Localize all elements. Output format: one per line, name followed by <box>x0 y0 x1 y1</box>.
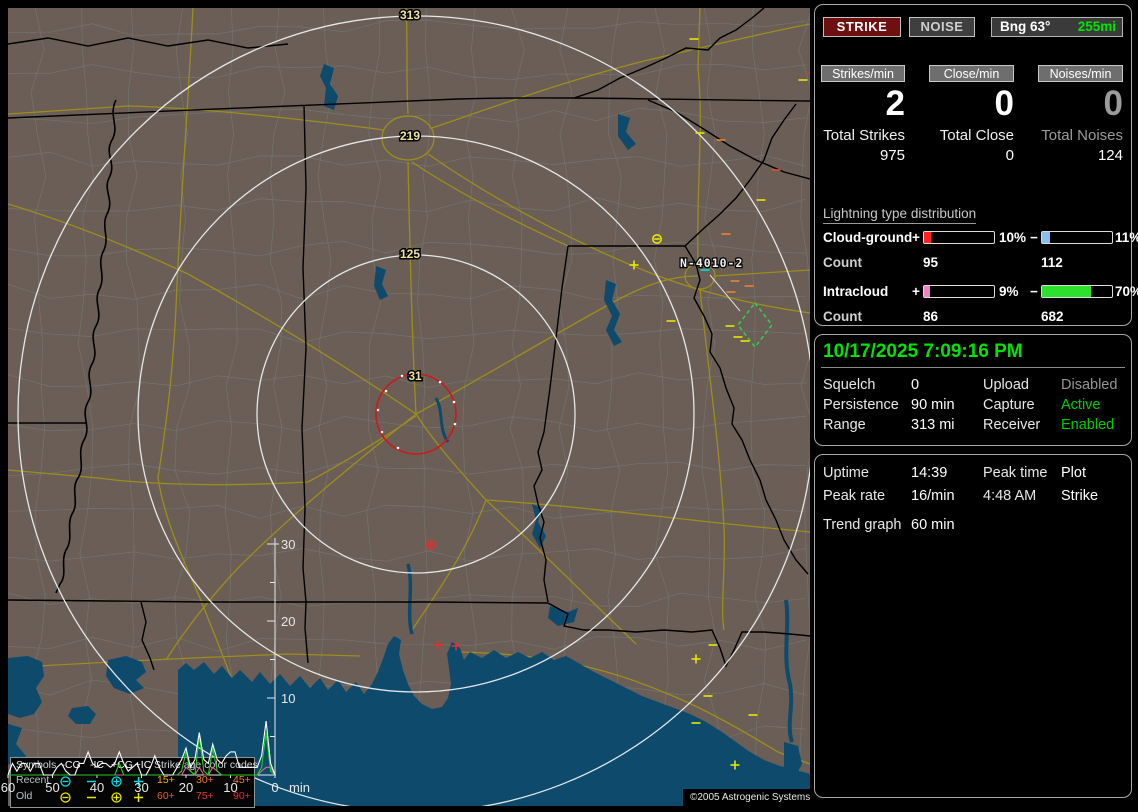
range-ring-label-219: 219 <box>400 129 420 143</box>
x-axis-unit: min <box>289 780 310 795</box>
total-close-label: Total Close <box>929 127 1014 144</box>
x-tick-label: 50 <box>45 780 59 795</box>
noise-toggle-button[interactable]: NOISE <box>909 17 975 37</box>
distribution-title: Lightning type distribution <box>823 206 976 224</box>
strikes-per-min-chip[interactable]: Strikes/min <box>821 65 905 82</box>
range-ring-label-313: 313 <box>400 8 420 22</box>
persistence-value: 90 min <box>911 397 955 413</box>
close-column: Close/min 0 Total Close 0 <box>929 65 1014 175</box>
x-tick-label: 20 <box>179 780 193 795</box>
ic-positive-count: 86 <box>923 309 938 324</box>
intracloud-row: Intracloud + 9% − 70% <box>815 284 1131 299</box>
squelch-label: Squelch <box>823 377 875 393</box>
storm-cell-label: N-4010-2 <box>680 256 743 270</box>
peak-rate-label: Peak rate <box>823 488 885 504</box>
bearing-display: Bng 63° 255mi <box>991 17 1123 37</box>
plus-sign: + <box>912 230 920 245</box>
x-tick-label: 60 <box>1 780 15 795</box>
trend-graph-chart: 10 20 30 60 50 40 30 20 10 0 min <box>0 454 318 798</box>
peak-time-label: Peak time <box>983 465 1047 481</box>
receiver-status-panel: 10/17/2025 7:09:16 PM Squelch 0 Upload D… <box>814 334 1132 446</box>
plot-mode-value: Strike <box>1061 488 1098 504</box>
close-per-min-chip[interactable]: Close/min <box>929 65 1014 82</box>
count-label: Count <box>823 309 862 324</box>
strike-stats-panel: STRIKE NOISE Bng 63° 255mi Strikes/min 2… <box>814 4 1132 326</box>
trend-graph-window: 60 min <box>911 517 955 533</box>
total-noises-value: 124 <box>1038 147 1123 164</box>
bearing-value: Bng 63° <box>1000 18 1050 36</box>
noises-column: Noises/min 0 Total Noises 124 <box>1038 65 1123 175</box>
upload-value: Disabled <box>1061 377 1117 393</box>
divider <box>821 367 1125 368</box>
ic-negative-bar <box>1041 285 1113 298</box>
range-ring-label-31: 31 <box>408 369 422 383</box>
ic-positive-pct: 9% <box>999 284 1019 299</box>
strike-toggle-button[interactable]: STRIKE <box>823 17 901 37</box>
cg-positive-count: 95 <box>923 255 938 270</box>
x-tick-label: 10 <box>223 780 237 795</box>
upload-label: Upload <box>983 377 1029 393</box>
uptime-label: Uptime <box>823 465 869 481</box>
plus-sign: + <box>912 284 920 299</box>
trend-panel: Uptime 14:39 Peak time Plot Peak rate 16… <box>814 454 1132 798</box>
receiver-value: Enabled <box>1061 417 1114 433</box>
x-tick-label: 30 <box>134 780 148 795</box>
range-ring-label-125: 125 <box>400 247 420 261</box>
noises-per-min-chip[interactable]: Noises/min <box>1038 65 1123 82</box>
trend-series-intracloud <box>8 733 275 775</box>
total-close-value: 0 <box>929 147 1014 164</box>
copyright-label: ©2005 Astrogenic Systems <box>683 789 817 806</box>
total-strikes-label: Total Strikes <box>821 127 905 144</box>
range-value: 313 mi <box>911 417 955 433</box>
capture-label: Capture <box>983 397 1035 413</box>
y-tick-label: 20 <box>281 614 295 629</box>
datetime-display: 10/17/2025 7:09:16 PM <box>823 341 1023 363</box>
trend-series-total-strikes <box>8 721 275 775</box>
range-label: Range <box>823 417 866 433</box>
cloud-ground-row: Cloud-ground + 10% − 11% <box>815 230 1131 245</box>
cg-positive-pct: 10% <box>999 230 1026 245</box>
squelch-value: 0 <box>911 377 919 393</box>
strikes-per-min-value: 2 <box>821 84 905 124</box>
capture-value: Active <box>1061 397 1101 413</box>
ic-negative-count: 682 <box>1041 309 1064 324</box>
bearing-distance: 255mi <box>1078 18 1116 36</box>
cg-negative-bar <box>1041 231 1113 244</box>
noises-per-min-value: 0 <box>1038 84 1123 124</box>
peak-rate-value: 16/min <box>911 488 955 504</box>
minus-sign: − <box>1030 284 1038 299</box>
river <box>408 564 412 634</box>
total-strikes-value: 975 <box>821 147 905 164</box>
minus-sign: − <box>1030 230 1038 245</box>
close-per-min-value: 0 <box>929 84 1014 124</box>
strikes-column: Strikes/min 2 Total Strikes 975 <box>821 65 905 175</box>
y-tick-label: 30 <box>281 537 295 552</box>
uptime-value: 14:39 <box>911 465 947 481</box>
cg-negative-pct: 11% <box>1115 230 1138 245</box>
persistence-label: Persistence <box>823 397 899 413</box>
y-tick-label: 10 <box>281 691 295 706</box>
plot-label: Plot <box>1061 465 1086 481</box>
cloud-ground-label: Cloud-ground <box>823 230 912 245</box>
peak-time-value: 4:48 AM <box>983 488 1036 504</box>
cg-negative-count: 112 <box>1041 255 1063 270</box>
x-tick-label: 40 <box>90 780 104 795</box>
receiver-label: Receiver <box>983 417 1040 433</box>
trend-graph-label: Trend graph <box>823 517 901 533</box>
total-noises-label: Total Noises <box>1038 127 1123 144</box>
count-label: Count <box>823 255 862 270</box>
ic-positive-bar <box>923 285 995 298</box>
intracloud-label: Intracloud <box>823 284 888 299</box>
application-window: N-4010-2 31321912531 Symbols -CG -IC +CG… <box>0 0 1138 812</box>
cg-positive-bar <box>923 231 995 244</box>
x-tick-label: 0 <box>271 780 278 795</box>
ic-negative-pct: 70% <box>1115 284 1138 299</box>
